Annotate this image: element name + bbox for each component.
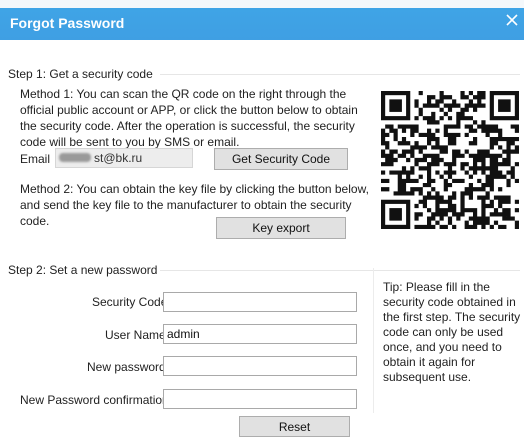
email-mask — [59, 153, 91, 162]
method1-text: Method 1: You can scan the QR code on th… — [20, 87, 358, 149]
reset-button[interactable]: Reset — [239, 416, 350, 437]
step2-title: Step 2: Set a new password — [8, 263, 158, 277]
title-bar: Forgot Password — [0, 0, 524, 40]
window-title: Forgot Password — [10, 15, 125, 31]
security-code-label: Security Code — [92, 295, 168, 309]
confirm-password-label: New Password confirmation — [20, 393, 169, 407]
close-icon[interactable] — [504, 12, 520, 28]
get-security-code-button[interactable]: Get Security Code — [214, 148, 348, 170]
qr-code-image — [380, 85, 520, 235]
new-password-label: New password — [87, 360, 166, 374]
key-export-button[interactable]: Key export — [216, 217, 346, 239]
tip-divider — [373, 268, 374, 413]
user-name-input[interactable] — [163, 324, 357, 344]
step1-divider — [160, 74, 520, 75]
new-password-input[interactable] — [163, 356, 357, 376]
tip-text: Tip: Please fill in the security code ob… — [383, 280, 521, 384]
email-label: Email — [20, 152, 51, 166]
step2-divider — [160, 270, 520, 271]
security-code-input[interactable] — [163, 292, 357, 312]
confirm-password-input[interactable] — [163, 389, 357, 409]
user-name-label: User Name — [105, 328, 166, 342]
step1-title: Step 1: Get a security code — [8, 67, 153, 81]
